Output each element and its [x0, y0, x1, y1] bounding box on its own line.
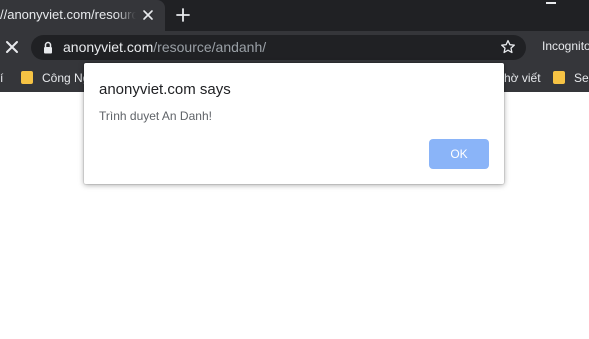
url-text[interactable]: anonyviet.com/resource/andanh/	[63, 39, 266, 55]
dialog-message: Trình duyet An Danh!	[99, 109, 212, 123]
browser-tab[interactable]: //anonyviet.com/resource/andanh/	[0, 0, 165, 31]
bookmark-item[interactable]: Công Ng	[42, 71, 89, 85]
star-icon[interactable]	[500, 39, 516, 55]
url-host: anonyviet.com	[63, 39, 154, 55]
bookmark-item[interactable]: Ser	[574, 71, 589, 85]
close-icon[interactable]	[141, 8, 155, 22]
ok-button[interactable]: OK	[429, 139, 489, 169]
plus-icon[interactable]	[175, 7, 191, 23]
tab-strip: //anonyviet.com/resource/andanh/	[0, 0, 589, 31]
browser-toolbar: anonyviet.com/resource/andanh/ Incognito	[0, 31, 589, 64]
tab-title: //anonyviet.com/resource/andanh/	[0, 7, 136, 22]
folder-icon	[21, 71, 33, 84]
dialog-title: anonyviet.com says	[99, 81, 231, 98]
incognito-label[interactable]: Incognito	[542, 39, 589, 53]
minimize-icon[interactable]	[546, 2, 556, 4]
bookmark-item[interactable]: hờ viết	[504, 71, 541, 85]
address-bar[interactable]: anonyviet.com/resource/andanh/	[31, 35, 526, 60]
stop-loading-close-icon[interactable]	[5, 40, 19, 54]
url-path: /resource/andanh/	[153, 39, 267, 55]
lock-icon[interactable]	[43, 41, 53, 54]
folder-icon	[553, 71, 565, 84]
bookmark-item[interactable]: í	[0, 71, 3, 85]
alert-dialog: anonyviet.com says Trình duyet An Danh! …	[84, 63, 504, 184]
